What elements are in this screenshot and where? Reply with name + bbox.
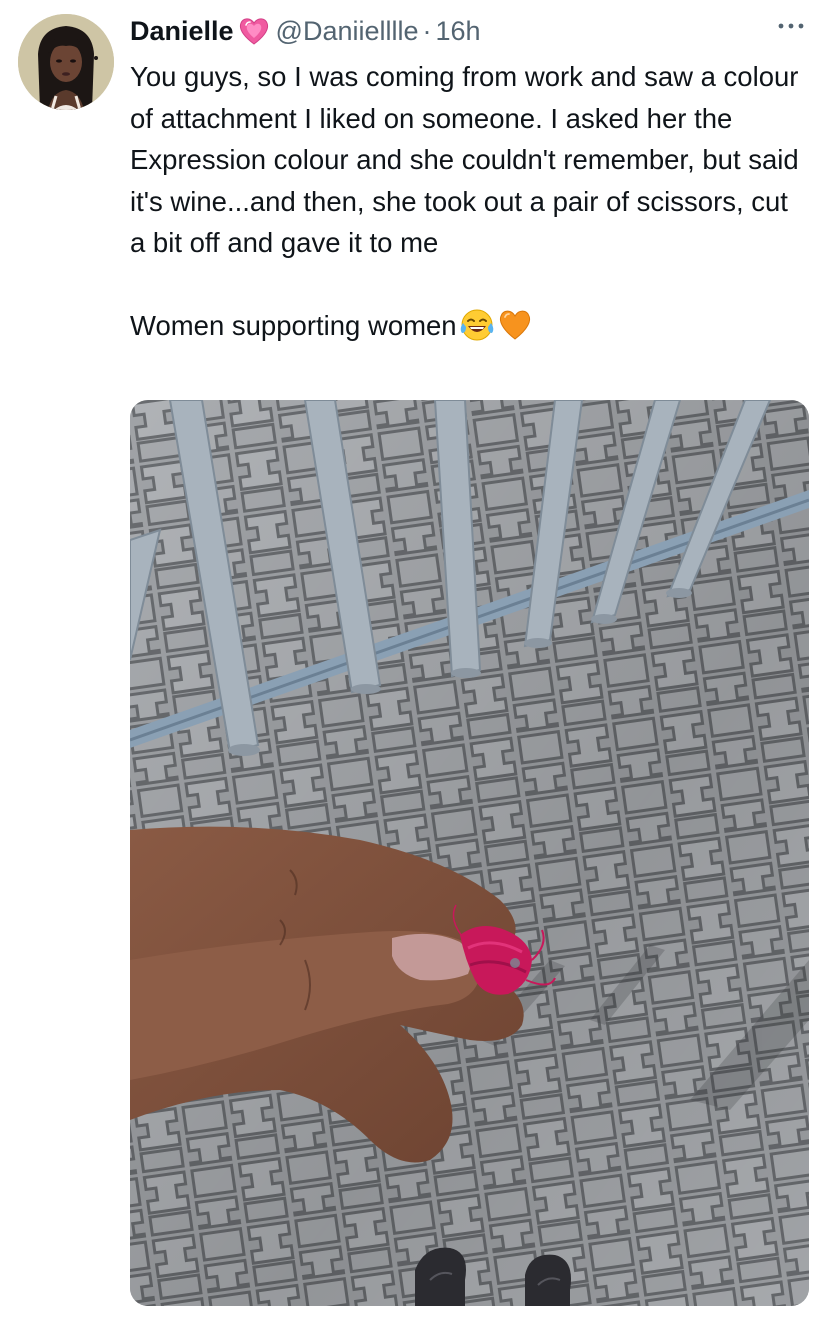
avatar-image <box>18 14 114 110</box>
author-display-name[interactable]: Danielle <box>130 16 234 47</box>
tweet-paragraph-2-text: Women supporting women <box>130 309 457 341</box>
orange-heart-icon <box>499 310 530 340</box>
more-options-icon[interactable] <box>776 20 806 32</box>
timestamp[interactable]: 16h <box>436 16 481 47</box>
author-handle[interactable]: @Daniielllle <box>276 16 419 47</box>
tweet-header: Danielle @Daniielllle · 16h <box>130 10 481 52</box>
tweet-photo[interactable] <box>130 400 809 1306</box>
tweet-paragraph-2: Women supporting women <box>130 305 810 347</box>
tears-of-joy-icon <box>460 309 493 341</box>
tweet-text: You guys, so I was coming from work and … <box>130 56 810 346</box>
tweet-paragraph-1: You guys, so I was coming from work and … <box>130 61 799 258</box>
separator-dot: · <box>422 15 432 46</box>
pink-heart-icon <box>239 18 268 45</box>
avatar[interactable] <box>18 14 114 110</box>
photo-image <box>130 400 809 1306</box>
tweet[interactable]: Danielle @Daniielllle · 16h You guys, so… <box>0 0 828 1321</box>
